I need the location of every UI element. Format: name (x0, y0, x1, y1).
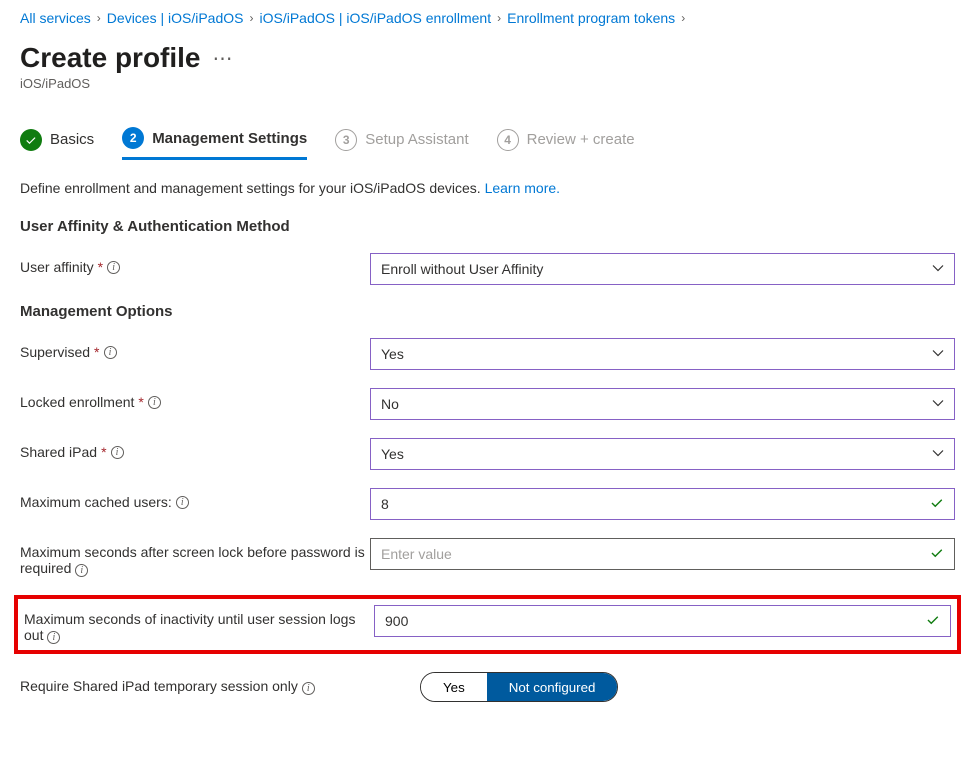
page-subtitle: iOS/iPadOS (20, 76, 955, 91)
chevron-down-icon (932, 346, 944, 362)
check-icon (20, 129, 42, 151)
info-icon[interactable]: i (104, 346, 117, 359)
tab-label: Basics (50, 131, 94, 148)
input-max-cached-users[interactable]: 8 (370, 488, 955, 520)
info-icon[interactable]: i (47, 631, 60, 644)
label-shared-ipad: Shared iPad * i (20, 438, 370, 460)
page-title: Create profile (20, 42, 201, 74)
label-temp-session: Require Shared iPad temporary session on… (20, 672, 370, 695)
wizard-tabs: Basics 2 Management Settings 3 Setup Ass… (20, 127, 955, 160)
breadcrumb-link[interactable]: iOS/iPadOS | iOS/iPadOS enrollment (259, 10, 491, 26)
info-icon[interactable]: i (176, 496, 189, 509)
select-user-affinity[interactable]: Enroll without User Affinity (370, 253, 955, 285)
select-locked-enrollment[interactable]: No (370, 388, 955, 420)
chevron-right-icon: › (497, 11, 501, 25)
info-icon[interactable]: i (75, 564, 88, 577)
select-shared-ipad[interactable]: Yes (370, 438, 955, 470)
label-max-seconds-inactive: Maximum seconds of inactivity until user… (24, 605, 374, 644)
toggle-option-not-configured[interactable]: Not configured (487, 673, 618, 701)
info-icon[interactable]: i (111, 446, 124, 459)
tab-basics[interactable]: Basics (20, 127, 94, 160)
tab-review-create[interactable]: 4 Review + create (497, 127, 635, 160)
info-icon[interactable]: i (148, 396, 161, 409)
tab-number: 4 (497, 129, 519, 151)
tab-management-settings[interactable]: 2 Management Settings (122, 127, 307, 160)
label-max-seconds-lock: Maximum seconds after screen lock before… (20, 538, 370, 577)
info-icon[interactable]: i (107, 261, 120, 274)
breadcrumb-link[interactable]: All services (20, 10, 91, 26)
highlighted-field: Maximum seconds of inactivity until user… (14, 595, 961, 654)
label-max-cached-users: Maximum cached users: i (20, 488, 370, 510)
tab-label: Review + create (527, 131, 635, 148)
breadcrumb-link[interactable]: Devices | iOS/iPadOS (107, 10, 244, 26)
more-icon[interactable]: ⋯ (213, 46, 233, 71)
chevron-down-icon (932, 446, 944, 462)
check-icon (926, 613, 940, 630)
section-header-affinity: User Affinity & Authentication Method (20, 218, 955, 235)
intro-text: Define enrollment and management setting… (20, 180, 955, 196)
toggle-temp-session: Yes Not configured (420, 672, 618, 702)
chevron-down-icon (932, 396, 944, 412)
tab-label: Management Settings (152, 130, 307, 147)
chevron-right-icon: › (681, 11, 685, 25)
chevron-right-icon: › (249, 11, 253, 25)
tab-label: Setup Assistant (365, 131, 468, 148)
label-supervised: Supervised * i (20, 338, 370, 360)
tab-number: 2 (122, 127, 144, 149)
select-supervised[interactable]: Yes (370, 338, 955, 370)
chevron-down-icon (932, 261, 944, 277)
breadcrumb-link[interactable]: Enrollment program tokens (507, 10, 675, 26)
tab-number: 3 (335, 129, 357, 151)
tab-setup-assistant[interactable]: 3 Setup Assistant (335, 127, 468, 160)
label-user-affinity: User affinity * i (20, 253, 370, 275)
label-locked-enrollment: Locked enrollment * i (20, 388, 370, 410)
check-icon (930, 546, 944, 563)
input-max-seconds-lock[interactable]: Enter value (370, 538, 955, 570)
chevron-right-icon: › (97, 11, 101, 25)
info-icon[interactable]: i (302, 682, 315, 695)
learn-more-link[interactable]: Learn more. (485, 180, 560, 196)
check-icon (930, 496, 944, 513)
toggle-option-yes[interactable]: Yes (421, 673, 487, 701)
input-max-seconds-inactive[interactable]: 900 (374, 605, 951, 637)
section-header-mgmt: Management Options (20, 303, 955, 320)
breadcrumb: All services › Devices | iOS/iPadOS › iO… (20, 10, 955, 26)
